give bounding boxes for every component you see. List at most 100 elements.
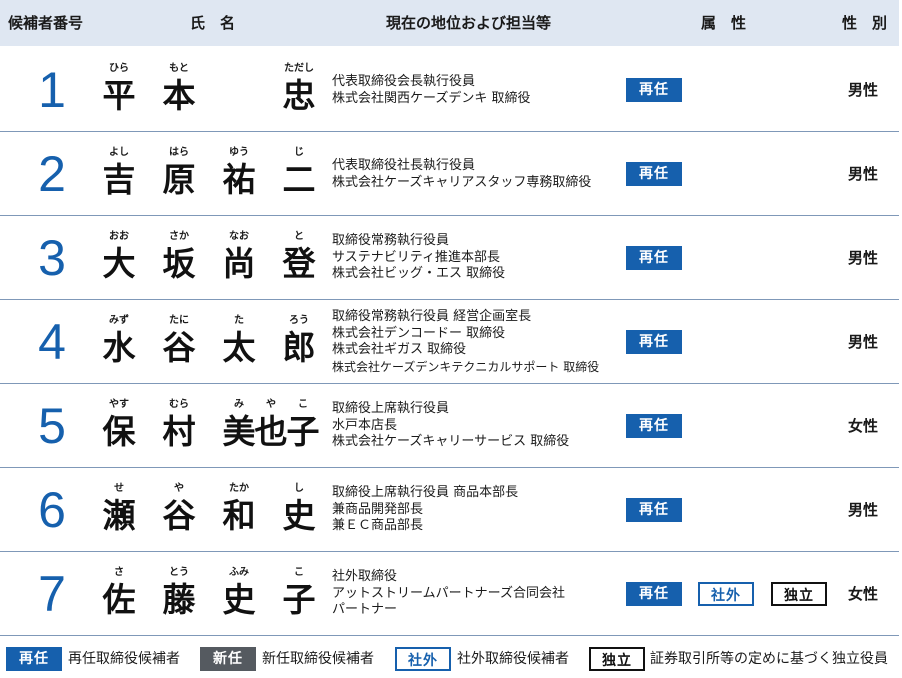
candidate-row: 1 ひら平もと本ただし忠代表取締役会長執行役員 株式会社関西ケーズデンキ 取締役 再任… [0,48,899,132]
reappoint-badge: 再任 [626,330,682,354]
candidate-gender: 女性 [848,417,879,435]
name-ruby: こ [294,567,304,578]
name-character: こ子 [284,398,322,452]
candidate-row: 5 やす保むら村み美や也こ子取締役上席執行役員 水戸本店長 株式会社ケーズキャリーサー… [0,384,899,468]
legend-badge-new: 新任 [200,647,256,671]
name-kanji: 水 [102,328,136,367]
candidate-row: 2 よし吉はら原ゆう祐じ二代表取締役社長執行役員 株式会社ケーズキャリアスタッフ専務… [0,132,899,216]
reappoint-badge: 再任 [626,162,682,186]
legend-text-outside: 社外取締役候補者 [457,651,569,667]
legend: 再任 再任取締役候補者 新任 新任取締役候補者 社外 社外取締役候補者 独立 証… [0,642,902,676]
candidate-number: 2 [38,146,66,202]
name-kanji: 谷 [162,496,196,535]
name-kanji: 本 [162,76,196,115]
name-ruby: ゆう [229,147,249,158]
candidate-name: やす保むら村み美や也こ子 [100,398,322,458]
candidate-position: 取締役常務執行役員 経営企画室長 株式会社デンコードー 取締役 株式会社ギガス 取締… [332,309,622,375]
name-ruby: さか [169,231,189,242]
name-kanji: 史 [222,580,256,619]
name-kanji: 佐 [102,580,136,619]
position-line: 社外取締役 [332,569,398,584]
name-ruby: さ [114,567,124,578]
candidate-position: 取締役上席執行役員 商品本部長 兼商品開発部長 兼ＥＣ商品部長 [332,485,622,535]
name-kanji: 谷 [162,328,196,367]
name-kanji: 祐 [222,160,256,199]
position-line: パートナー [332,602,398,617]
candidate-number: 3 [38,230,66,286]
name-ruby: もと [169,63,189,74]
name-character: さか坂 [160,230,198,284]
name-kanji: 大 [102,244,136,283]
name-ruby: なお [229,231,249,242]
position-line: 取締役常務執行役員 [332,233,450,248]
header-name: 氏 名 [190,14,236,32]
name-character: たか和 [220,482,258,536]
candidate-row: 4 みず水たに谷た太ろう郎取締役常務執行役員 経営企画室長 株式会社デンコードー 取… [0,300,899,384]
legend-text-reappoint: 再任取締役候補者 [68,651,180,667]
legend-badge-outside: 社外 [395,647,451,671]
name-ruby: やす [109,399,129,410]
position-line: 取締役上席執行役員 [332,401,450,416]
position-line: 取締役上席執行役員 商品本部長 [332,485,519,500]
position-line: 兼商品開発部長 [332,501,424,517]
name-ruby: ろう [289,315,309,326]
position-line: 株式会社ケーズデンキテクニカルサポート 取締役 [332,359,600,374]
name-kanji: 忠 [282,76,316,115]
candidate-gender: 男性 [848,165,879,183]
candidate-row: 3 おお大さか坂なお尚と登取締役常務執行役員 サステナビリティ推進本部長 株式会社ビッ… [0,216,899,300]
name-character: やす保 [100,398,138,452]
candidate-name: せ瀬や谷たか和し史 [100,482,322,542]
name-character: や谷 [160,482,198,536]
candidate-number: 6 [38,482,66,538]
table-header: 候補者番号 氏 名 現在の地位および担当等 属 性 性 別 [0,0,899,46]
name-kanji: 村 [162,412,196,451]
name-character: むら村 [160,398,198,452]
name-kanji: 和 [222,496,256,535]
reappoint-badge: 再任 [626,498,682,522]
name-character: さ佐 [100,566,138,620]
name-ruby: とう [169,567,189,578]
name-kanji: 坂 [162,244,196,283]
name-ruby: と [294,231,304,242]
position-line: 株式会社デンコードー 取締役 [332,325,506,341]
candidate-name: みず水たに谷た太ろう郎 [100,314,322,374]
name-character: じ二 [280,146,318,200]
legend-text-independent: 証券取引所等の定めに基づく独立役員 [650,651,888,667]
candidate-gender: 男性 [848,81,879,99]
candidate-position: 代表取締役社長執行役員 株式会社ケーズキャリアスタッフ専務取締役 [332,158,622,191]
name-character: ふみ史 [220,566,258,620]
candidate-row: 6 せ瀬や谷たか和し史取締役上席執行役員 商品本部長 兼商品開発部長 兼ＥＣ商品部長再… [0,468,899,552]
name-character: はら原 [160,146,198,200]
name-ruby: た [234,315,244,326]
name-ruby: ふみ [229,567,249,578]
legend-text-new: 新任取締役候補者 [262,651,374,667]
name-ruby: ひら [109,63,129,74]
name-ruby: みず [109,315,129,326]
name-kanji: 郎 [282,328,316,367]
candidate-gender: 女性 [848,585,879,603]
name-character: こ子 [280,566,318,620]
name-kanji: 瀬 [102,496,136,535]
name-character: おお大 [100,230,138,284]
name-ruby: し [294,483,304,494]
name-character: ひら平 [100,62,138,116]
candidate-position: 取締役上席執行役員 水戸本店長 株式会社ケーズキャリーサービス 取締役 [332,401,622,451]
name-kanji: 尚 [222,244,256,283]
name-character: なお尚 [220,230,258,284]
name-character: と登 [280,230,318,284]
reappoint-badge: 再任 [626,582,682,606]
candidate-name: ひら平もと本ただし忠 [100,62,322,122]
candidate-position: 社外取締役 アットストリームパートナーズ合同会社 パートナー [332,569,622,619]
candidate-gender: 男性 [848,333,879,351]
position-line: 取締役常務執行役員 経営企画室長 [332,309,532,324]
name-ruby: や [174,483,184,494]
name-character: みず水 [100,314,138,368]
name-character: よし吉 [100,146,138,200]
name-kanji: 平 [102,76,136,115]
name-character: ゆう祐 [220,146,258,200]
name-kanji: 原 [162,160,196,199]
name-ruby: おお [109,231,129,242]
position-line: 兼ＥＣ商品部長 [332,518,424,533]
name-kanji: 登 [282,244,316,283]
candidate-row: 7 さ佐とう藤ふみ史こ子社外取締役 アットストリームパートナーズ合同会社 パートナー再… [0,552,899,636]
